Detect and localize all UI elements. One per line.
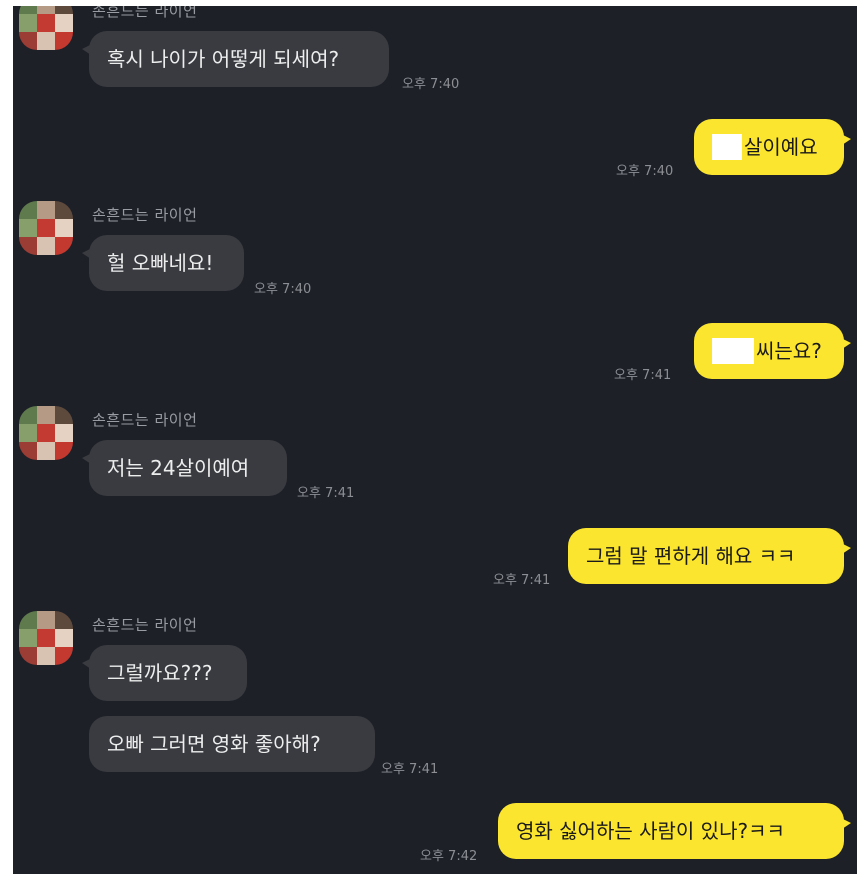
message-bubble-incoming[interactable]: 헐 오빠네요! bbox=[82, 235, 244, 291]
message-text: 살이예요 bbox=[744, 135, 818, 159]
sender-avatar[interactable] bbox=[19, 611, 73, 665]
sender-name: 손흔드는 라이언 bbox=[92, 206, 198, 224]
message-bubble-incoming[interactable]: 혹시 나이가 어떻게 되세여? bbox=[82, 31, 389, 87]
message-bubble-incoming[interactable]: 오빠 그러면 영화 좋아해? bbox=[89, 716, 375, 772]
message-time: 오후 7:41 bbox=[614, 368, 672, 383]
message-text: 씨는요? bbox=[756, 339, 822, 363]
message-bubble-incoming[interactable]: 저는 24살이예여 bbox=[82, 440, 287, 496]
message-time: 오후 7:41 bbox=[297, 486, 355, 501]
message-bubble-incoming[interactable]: 그럴까요??? bbox=[82, 645, 247, 701]
message-time: 오후 7:41 bbox=[381, 762, 439, 777]
sender-name: 손흔드는 라이언 bbox=[92, 411, 198, 429]
redacted-block bbox=[712, 133, 742, 160]
message-bubble-outgoing[interactable]: 씨는요? bbox=[694, 323, 851, 379]
sender-avatar[interactable] bbox=[19, 201, 73, 255]
message-bubble-outgoing[interactable]: 살이예요 bbox=[694, 119, 851, 175]
message-time: 오후 7:40 bbox=[254, 282, 312, 297]
chat-room: 손흔드는 라이언 혹시 나이가 어떻게 되세여? 오후 7:40 살이예요 오후… bbox=[13, 6, 857, 874]
message-time: 오후 7:41 bbox=[493, 573, 551, 588]
redacted-block bbox=[712, 337, 754, 364]
message-time: 오후 7:42 bbox=[420, 849, 478, 864]
message-bubble-outgoing[interactable]: 영화 싫어하는 사람이 있나?ㅋㅋ bbox=[498, 803, 851, 859]
message-bubble-outgoing[interactable]: 그럼 말 편하게 해요 ㅋㅋ bbox=[568, 528, 851, 584]
sender-avatar[interactable] bbox=[19, 6, 73, 50]
sender-avatar[interactable] bbox=[19, 406, 73, 460]
sender-name: 손흔드는 라이언 bbox=[92, 616, 198, 634]
sender-name: 손흔드는 라이언 bbox=[92, 6, 198, 20]
message-time: 오후 7:40 bbox=[402, 77, 460, 92]
message-time: 오후 7:40 bbox=[616, 164, 674, 179]
